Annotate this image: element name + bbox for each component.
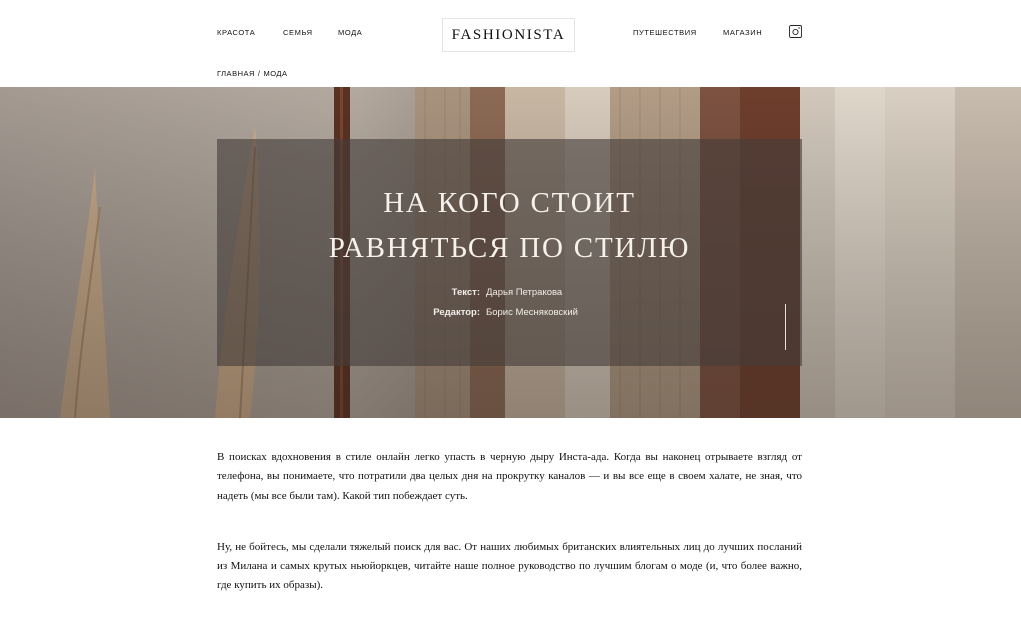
editor-credit-label: Редактор: <box>433 307 480 318</box>
nav-link-family[interactable]: СЕМЬЯ <box>283 28 313 37</box>
hero-title: НА КОГО СТОИТ РАВНЯТЬСЯ ПО СТИЛЮ <box>217 181 802 271</box>
article-paragraph: Ну, не бойтесь, мы сделали тяжелый поиск… <box>217 540 802 592</box>
hero-section: НА КОГО СТОИТ РАВНЯТЬСЯ ПО СТИЛЮ Текст: … <box>0 87 1021 418</box>
editor-credit-name: Борис Месняковский <box>486 307 578 318</box>
breadcrumb: ГЛАВНАЯ / МОДА <box>217 69 291 78</box>
hero-divider-line <box>785 304 786 350</box>
hero-title-line-2: РАВНЯТЬСЯ ПО СТИЛЮ <box>328 232 691 264</box>
article-paragraph: В поисках вдохновения в стиле онлайн лег… <box>217 451 802 502</box>
top-navigation: КРАСОТА СЕМЬЯ МОДА FASHIONISTA ПУТЕШЕСТВ… <box>0 0 1021 87</box>
instagram-icon[interactable] <box>789 25 802 38</box>
text-credit-label: Текст: <box>451 287 480 298</box>
nav-link-beauty[interactable]: КРАСОТА <box>217 28 255 37</box>
breadcrumb-current: МОДА <box>263 69 288 78</box>
nav-link-fashion[interactable]: МОДА <box>338 28 362 37</box>
nav-link-travel[interactable]: ПУТЕШЕСТВИЯ <box>633 28 697 37</box>
breadcrumb-separator: / <box>257 69 261 78</box>
hero-title-line-1: НА КОГО СТОИТ <box>383 187 636 219</box>
hero-title-panel: НА КОГО СТОИТ РАВНЯТЬСЯ ПО СТИЛЮ Текст: … <box>217 139 802 366</box>
article-body: В поисках вдохновения в стиле онлайн лег… <box>217 448 802 625</box>
site-logo[interactable]: FASHIONISTA <box>442 18 575 52</box>
text-credit-author: Дарья Петракова <box>486 287 563 298</box>
breadcrumb-home[interactable]: ГЛАВНАЯ <box>217 69 255 78</box>
nav-link-shop[interactable]: МАГАЗИН <box>723 28 762 37</box>
